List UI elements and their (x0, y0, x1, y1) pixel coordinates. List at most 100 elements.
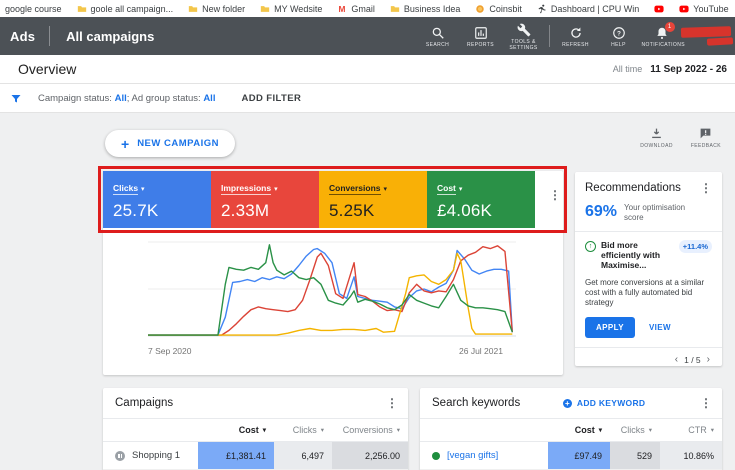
campaign-column-conversions[interactable]: Conversions▾ (332, 425, 408, 435)
folder-icon (77, 4, 87, 14)
metric-label: Impressions (221, 183, 271, 195)
filter-status-text[interactable]: Campaign status: All; Ad group status: A… (38, 93, 215, 104)
recommendations-kebab-icon[interactable]: ⋮ (700, 182, 712, 194)
metric-value: 5.25K (329, 201, 417, 221)
bookmark-item[interactable]: MGmail (337, 4, 375, 14)
dropdown-icon: ▾ (274, 186, 278, 193)
coin-icon (475, 4, 485, 14)
add-filter-button[interactable]: ADD FILTER (241, 93, 301, 104)
metric-tile-clicks[interactable]: Clicks▾25.7K (103, 171, 211, 228)
bookmark-item[interactable]: Dashboard | CPU Win (537, 4, 639, 14)
nav-help[interactable]: ?HELP (597, 24, 640, 48)
keyword-name[interactable]: [vegan gifts] (447, 450, 498, 461)
campaigns-kebab-icon[interactable]: ⋮ (386, 397, 398, 409)
plus-icon: + (121, 137, 129, 151)
nav-search[interactable]: SEARCH (416, 24, 459, 48)
keywords-kebab-icon[interactable]: ⋮ (700, 397, 712, 409)
recommendation-body: Get more conversions at a similar cost w… (585, 278, 712, 308)
page-header: Overview All time 11 Sep 2022 - 26 (0, 55, 735, 84)
nav-divider (549, 25, 550, 47)
nav-tools-settings[interactable]: TOOLS & SETTINGS (502, 21, 545, 51)
dropdown-icon: ▾ (711, 426, 714, 434)
keyword-column-cost[interactable]: Cost▾ (548, 425, 610, 435)
filter-separator: ; (127, 93, 130, 104)
keyword-row[interactable]: [vegan gifts]£97.4952910.86% (420, 442, 722, 470)
pager-next-icon[interactable]: › (707, 355, 710, 365)
pager-prev-icon[interactable]: ‹ (675, 355, 678, 365)
bookmark-label: Coinsbit (489, 4, 522, 14)
date-range-preset: All time (613, 64, 643, 74)
add-keyword-label: ADD KEYWORD (577, 398, 645, 408)
metric-tile-cost[interactable]: Cost▾ £4.06K (427, 171, 535, 228)
bookmark-label: MY Wedsite (274, 4, 322, 14)
column-label: CTR (688, 425, 707, 435)
campaign-column-cost[interactable]: Cost▾ (198, 425, 274, 435)
bookmark-item[interactable]: MY Wedsite (260, 4, 322, 14)
keyword-column-clicks[interactable]: Clicks▾ (610, 425, 660, 435)
campaigns-header-row: Cost▾Clicks▾Conversions▾ (103, 418, 408, 442)
overview-chart-svg (148, 236, 516, 340)
keyword-column-ctr[interactable]: CTR ▾ (660, 425, 722, 435)
column-label: Clicks (621, 425, 645, 435)
nav-reports[interactable]: REPORTS (459, 24, 502, 48)
nav-refresh[interactable]: REFRESH (554, 24, 597, 48)
bookmark-item[interactable]: New folder (188, 4, 245, 14)
apply-button[interactable]: APPLY (585, 317, 635, 338)
date-range-value: 11 Sep 2022 - 26 (650, 64, 727, 75)
campaign-status-value: All (115, 93, 127, 104)
dropdown-icon: ▾ (141, 186, 145, 193)
campaign-row[interactable]: Shopping 1£1,381.416,4972,256.00 (103, 442, 408, 470)
metric-label-row: Cost▾ (437, 178, 525, 196)
new-campaign-button[interactable]: + NEW CAMPAIGN (105, 130, 235, 157)
google-ads-screen: google course goole all campaign... New fo… (0, 0, 735, 470)
metric-value: 2.33M (221, 201, 309, 221)
ad-group-status-label: Ad group status: (131, 93, 200, 104)
date-range-picker[interactable]: All time 11 Sep 2022 - 26 (613, 64, 727, 75)
folder-icon (390, 4, 400, 14)
x-axis-start-label: 7 Sep 2020 (148, 346, 191, 356)
keyword-metric-cell: 529 (610, 442, 660, 469)
column-label: Cost (575, 425, 595, 435)
bookmark-item[interactable]: goole all campaign... (77, 4, 174, 14)
campaign-column-clicks[interactable]: Clicks▾ (274, 425, 332, 435)
metric-value: £4.06K (437, 201, 525, 221)
campaign-metric-cell: 6,497 (274, 442, 332, 469)
download-button[interactable]: DOWNLOAD (640, 127, 673, 149)
metric-tile-impressions[interactable]: Impressions▾ 2.33M (211, 171, 319, 228)
app-header: Ads All campaigns SEARCHREPORTSTOOLS & S… (0, 17, 735, 55)
metric-value: 25.7K (113, 201, 201, 221)
bookmark-item[interactable]: google course (5, 4, 62, 14)
gmail-icon: M (337, 4, 347, 14)
nav-label: TOOLS & SETTINGS (504, 39, 544, 51)
campaigns-title: Campaigns (115, 397, 173, 409)
nav-label: NOTIFICATIONS (642, 42, 682, 48)
overview-kebab-icon[interactable]: ⋮ (549, 189, 561, 228)
campaign-metric-cell: £1,381.41 (198, 442, 274, 469)
feedback-button[interactable]: FEEDBACK (691, 127, 721, 149)
ads-logo[interactable]: Ads (0, 29, 49, 44)
bell-icon: 1 (655, 26, 669, 40)
bookmark-item[interactable]: Business Idea (390, 4, 461, 14)
optimisation-score: 69% (585, 203, 617, 221)
recommendation-item[interactable]: ↑ Bid more efficiently with Maximise... … (585, 240, 712, 270)
metric-label-row: Conversions▾ (329, 178, 417, 196)
bookmark-label: goole all campaign... (91, 4, 174, 14)
bookmark-item[interactable] (654, 4, 664, 14)
bookmark-item[interactable]: Coinsbit (475, 4, 522, 14)
metric-label-row: Impressions▾ (221, 178, 309, 196)
add-keyword-button[interactable]: + ADD KEYWORD (563, 398, 645, 408)
keywords-header-row: Cost▾Clicks▾ CTR ▾ (420, 418, 722, 442)
section-title: All campaigns (50, 29, 154, 44)
view-button[interactable]: VIEW (649, 323, 671, 332)
enabled-status-icon (432, 452, 440, 460)
bookmark-item[interactable]: YouTube (679, 4, 728, 14)
metric-label: Cost (437, 183, 456, 195)
metric-tile-conversions[interactable]: Conversions▾ 5.25K (319, 171, 427, 228)
nav-notifications[interactable]: 1 NOTIFICATIONS (640, 24, 683, 48)
chart-plot[interactable] (148, 236, 516, 340)
dropdown-icon: ▾ (321, 426, 324, 434)
feedback-label: FEEDBACK (691, 143, 721, 149)
bookmark-label: YouTube (693, 4, 728, 14)
refresh-icon (569, 26, 583, 40)
wrench-icon (517, 23, 531, 37)
